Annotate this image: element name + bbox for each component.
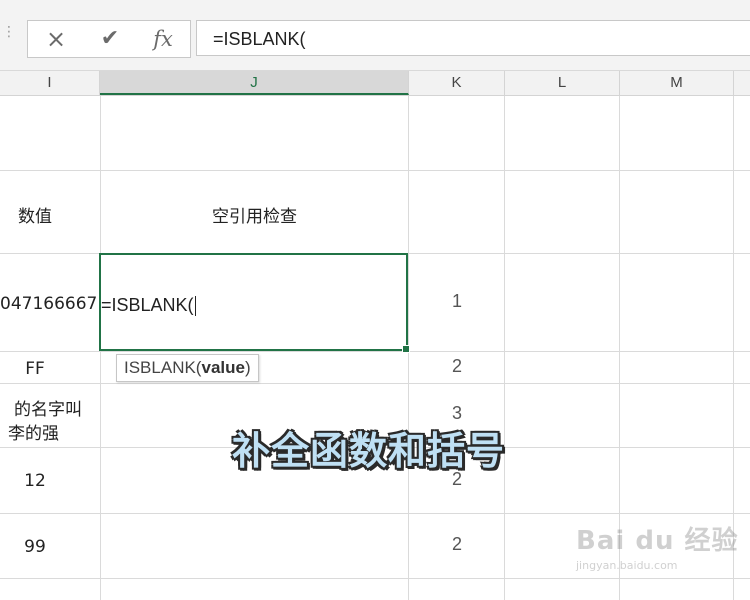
- cell-k4[interactable]: 2: [409, 356, 505, 377]
- cell-i2[interactable]: 数值: [0, 202, 70, 227]
- insert-function-icon[interactable]: fx: [143, 21, 183, 57]
- column-header-k[interactable]: K: [409, 71, 505, 95]
- cancel-icon[interactable]: ×: [36, 21, 76, 57]
- cell-i5-line1[interactable]: 的名字叫: [14, 395, 104, 420]
- cell-j3-editor[interactable]: =ISBLANK(: [101, 295, 196, 317]
- cell-k7[interactable]: 2: [409, 534, 505, 555]
- column-header-m[interactable]: M: [620, 71, 734, 95]
- cell-i7[interactable]: 99: [0, 537, 70, 557]
- overlay-caption: 补全函数和括号: [232, 429, 506, 473]
- tooltip-argument[interactable]: value: [201, 358, 244, 377]
- watermark-url: jingyan.baidu.com: [576, 559, 678, 572]
- formula-buttons: × ✔ fx: [27, 20, 191, 58]
- drag-grip-icon[interactable]: ⋮: [2, 25, 16, 44]
- column-header-l[interactable]: L: [505, 71, 620, 95]
- function-tooltip[interactable]: ISBLANK(value): [116, 354, 259, 382]
- cell-k3[interactable]: 1: [409, 291, 505, 312]
- watermark: Bai du 经验 jingyan.baidu.com: [576, 520, 739, 572]
- cell-i4[interactable]: FF: [0, 359, 70, 379]
- column-header-i[interactable]: I: [0, 71, 100, 95]
- cell-j2[interactable]: 空引用检查: [100, 202, 409, 227]
- formula-input[interactable]: =ISBLANK(: [196, 20, 750, 56]
- tooltip-close-paren: ): [244, 358, 251, 377]
- cell-i6[interactable]: 12: [0, 471, 70, 491]
- tooltip-function: ISBLANK(: [124, 358, 202, 377]
- column-header-j[interactable]: J: [100, 71, 409, 95]
- cell-i3[interactable]: 047166667: [0, 294, 97, 314]
- formula-bar: ⋮ × ✔ fx =ISBLANK(: [0, 0, 750, 71]
- text-caret: [194, 296, 196, 317]
- watermark-brand: Bai du 经验: [576, 526, 739, 556]
- enter-check-icon[interactable]: ✔: [90, 21, 130, 57]
- fill-handle[interactable]: [402, 345, 410, 353]
- column-header-bar: I J K L M: [0, 71, 750, 96]
- cell-j3-text: =ISBLANK(: [101, 295, 194, 315]
- cell-i5-line2: 李的强: [8, 424, 59, 444]
